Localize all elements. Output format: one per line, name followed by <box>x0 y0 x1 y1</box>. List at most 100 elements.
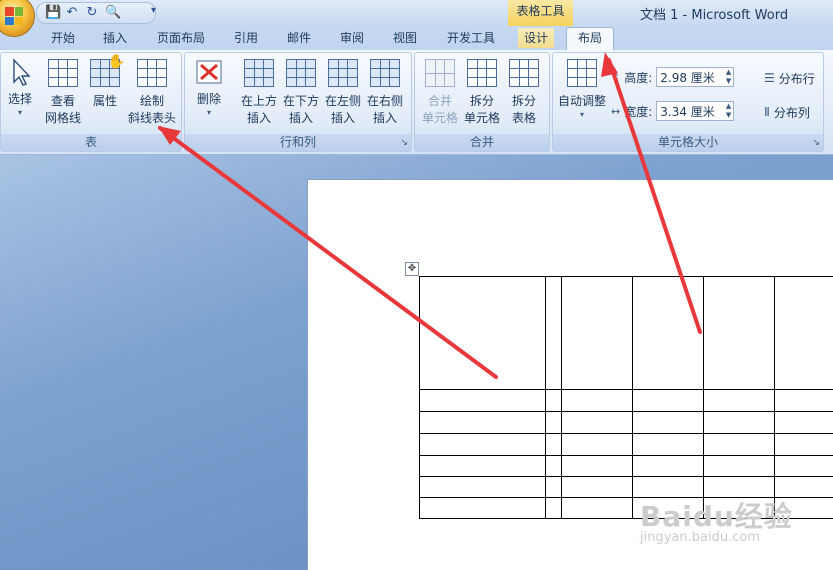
distribute-columns-icon: Ⅱ <box>764 105 770 119</box>
table-row-line <box>419 476 833 477</box>
autofit-dropdown-icon: ▾ <box>579 110 584 119</box>
tab-home[interactable]: 开始 <box>44 28 82 48</box>
insert-above-label-2: 插入 <box>246 111 271 125</box>
merge-cells-button[interactable]: 合并 单元格 <box>419 57 461 127</box>
delete-button[interactable]: 删除 ▾ <box>189 57 229 118</box>
table-row-line <box>419 433 833 434</box>
table-border-left <box>419 276 420 519</box>
draw-diagonal-header-button[interactable]: 绘制 斜线表头 <box>125 57 179 127</box>
tab-insert[interactable]: 插入 <box>96 28 134 48</box>
insert-above-button[interactable]: 在上方 插入 <box>239 57 279 127</box>
draw-diagonal-label-2: 斜线表头 <box>127 111 176 125</box>
table-move-handle-icon[interactable]: ✥ <box>405 262 419 276</box>
group-merge-label: 合并 <box>415 134 549 151</box>
select-button[interactable]: 选择 ▾ <box>3 57 37 118</box>
insert-right-button[interactable]: 在右侧 插入 <box>365 57 405 127</box>
split-cells-button[interactable]: 拆分 单元格 <box>461 57 503 127</box>
merge-cells-label-1: 合并 <box>427 94 452 108</box>
group-rows-columns: 删除 ▾ 在上方 插入 在下方 插入 在左侧 插入 在右侧 插入 行和列 ↘ <box>184 52 412 152</box>
gridlines-icon <box>48 59 78 87</box>
ribbon: 选择 ▾ 查看 网格线 ✋ 属性 绘制 斜线表头 表 删除 ▾ 在上方 插入 在… <box>0 50 833 155</box>
insert-row-above-icon <box>244 59 274 87</box>
width-input[interactable]: 3.34 厘米 ▲ ▼ <box>656 101 735 121</box>
watermark-url: jingyan.baidu.com <box>640 530 760 545</box>
distribute-columns-button[interactable]: Ⅱ 分布列 <box>764 102 810 122</box>
group-table-label: 表 <box>1 134 181 151</box>
table-row-line <box>419 455 833 456</box>
width-row: ↔ 宽度: 3.34 厘米 ▲ ▼ <box>611 99 735 123</box>
document-table[interactable] <box>419 276 833 519</box>
merge-cells-icon <box>425 59 455 87</box>
autofit-icon <box>567 59 597 87</box>
merge-cells-label-2: 单元格 <box>421 111 458 125</box>
split-cells-label-2: 单元格 <box>463 111 500 125</box>
table-border-top <box>419 276 833 277</box>
table-properties-icon: ✋ <box>90 54 125 87</box>
insert-right-label-2: 插入 <box>372 111 397 125</box>
tab-developer[interactable]: 开发工具 <box>440 28 502 48</box>
group-rows-columns-label: 行和列 <box>185 134 411 151</box>
autofit-label: 自动调整 <box>557 94 606 108</box>
split-table-label-1: 拆分 <box>511 94 536 108</box>
tab-review[interactable]: 审阅 <box>334 28 370 48</box>
ribbon-tab-row: 开始 插入 页面布局 引用 邮件 审阅 视图 开发工具 设计 布局 <box>0 26 833 51</box>
hand-icon: ✋ <box>107 54 125 70</box>
diagonal-header-icon <box>137 59 167 87</box>
tab-references[interactable]: 引用 <box>228 28 264 48</box>
split-table-button[interactable]: 拆分 表格 <box>503 57 545 127</box>
undo-icon[interactable]: ↶ <box>65 6 79 20</box>
quick-access-toolbar: 💾 ↶ ↻ 🔍 <box>36 2 156 24</box>
table-column-line <box>703 276 704 519</box>
tab-mailings[interactable]: 邮件 <box>281 28 317 48</box>
height-spinner-icon[interactable]: ▲ ▼ <box>726 68 731 86</box>
dialog-launcher-icon[interactable]: ↘ <box>400 138 408 148</box>
print-preview-icon[interactable]: 🔍 <box>105 6 121 20</box>
insert-above-label-1: 在上方 <box>240 94 277 108</box>
customize-qat-icon[interactable]: ▾ <box>151 5 156 16</box>
height-label: 高度: <box>624 70 653 85</box>
tab-view[interactable]: 视图 <box>387 28 423 48</box>
select-dropdown-icon: ▾ <box>17 108 22 117</box>
table-column-line <box>561 276 562 519</box>
insert-row-below-icon <box>286 59 316 87</box>
draw-diagonal-label-1: 绘制 <box>139 94 164 108</box>
split-cells-label-1: 拆分 <box>469 94 494 108</box>
properties-button[interactable]: ✋ 属性 <box>87 54 125 110</box>
autofit-button[interactable]: 自动调整 ▾ <box>555 57 609 120</box>
select-label: 选择 <box>7 92 32 106</box>
table-column-line <box>632 276 633 519</box>
distribute-rows-button[interactable]: ☰ 分布行 <box>764 68 815 88</box>
insert-right-label-1: 在右侧 <box>366 94 403 108</box>
table-row-line <box>419 411 833 412</box>
width-spinner-icon[interactable]: ▲ ▼ <box>726 102 731 120</box>
column-width-icon: ↔ <box>611 104 621 118</box>
insert-column-right-icon <box>370 59 400 87</box>
title-bar: 💾 ↶ ↻ 🔍 ▾ 表格工具 文档 1 - Microsoft Word <box>0 0 833 36</box>
delete-label: 删除 <box>196 92 221 106</box>
width-label: 宽度: <box>624 104 653 119</box>
view-gridlines-label-1: 查看 <box>50 94 75 108</box>
width-value: 3.34 厘米 <box>660 105 715 119</box>
view-gridlines-button[interactable]: 查看 网格线 <box>41 57 85 127</box>
distribute-rows-label: 分布行 <box>778 71 815 86</box>
insert-below-button[interactable]: 在下方 插入 <box>281 57 321 127</box>
height-value: 2.98 厘米 <box>660 71 715 85</box>
dialog-launcher-icon[interactable]: ↘ <box>812 138 820 148</box>
group-merge: 合并 单元格 拆分 单元格 拆分 表格 合并 <box>414 52 550 152</box>
redo-icon[interactable]: ↻ <box>85 6 99 20</box>
group-table: 选择 ▾ 查看 网格线 ✋ 属性 绘制 斜线表头 表 <box>0 52 182 152</box>
tab-layout[interactable]: 布局 <box>566 27 614 51</box>
tab-page-layout[interactable]: 页面布局 <box>148 28 214 48</box>
window-title: 文档 1 - Microsoft Word <box>640 8 789 23</box>
split-table-icon <box>509 59 539 87</box>
table-tools-context-label: 表格工具 <box>508 0 573 26</box>
group-cell-size: 自动调整 ▾ ↕ 高度: 2.98 厘米 ▲ ▼ ↔ 宽度: 3.34 厘米 ▲ ▼… <box>552 52 824 152</box>
insert-column-left-icon <box>328 59 358 87</box>
delete-dropdown-icon: ▾ <box>206 108 211 117</box>
insert-left-button[interactable]: 在左侧 插入 <box>323 57 363 127</box>
height-input[interactable]: 2.98 厘米 ▲ ▼ <box>656 67 735 87</box>
delete-table-icon <box>194 57 224 87</box>
insert-below-label-1: 在下方 <box>282 94 319 108</box>
save-icon[interactable]: 💾 <box>45 6 61 20</box>
tab-design[interactable]: 设计 <box>518 28 554 48</box>
